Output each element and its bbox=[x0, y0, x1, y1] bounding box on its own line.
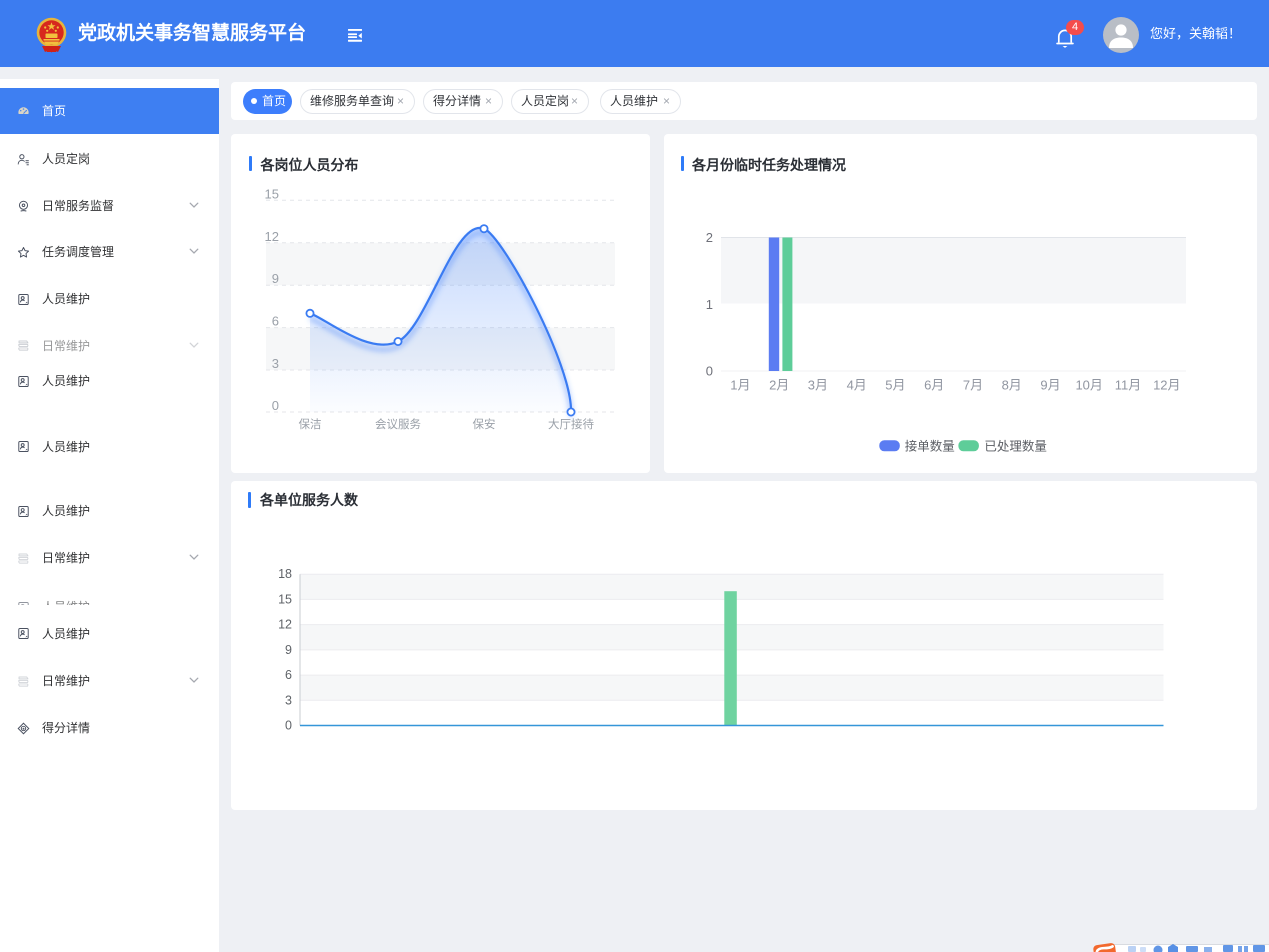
svg-text:8月: 8月 bbox=[1002, 378, 1022, 393]
svg-text:9月: 9月 bbox=[1040, 378, 1060, 393]
svg-text:6: 6 bbox=[285, 668, 292, 682]
svg-text:接单数量: 接单数量 bbox=[905, 439, 955, 454]
svg-text:保洁: 保洁 bbox=[299, 417, 322, 431]
svg-text:15: 15 bbox=[265, 186, 279, 201]
svg-text:10月: 10月 bbox=[1075, 378, 1102, 393]
svg-text:6月: 6月 bbox=[924, 378, 944, 393]
svg-text:0: 0 bbox=[272, 398, 279, 413]
svg-text:1月: 1月 bbox=[730, 378, 750, 393]
svg-text:3: 3 bbox=[285, 693, 292, 707]
svg-text:保安: 保安 bbox=[473, 417, 496, 431]
svg-text:2月: 2月 bbox=[769, 378, 789, 393]
svg-text:4月: 4月 bbox=[847, 378, 867, 393]
svg-text:9: 9 bbox=[272, 271, 279, 286]
svg-text:0: 0 bbox=[706, 364, 713, 379]
svg-text:3月: 3月 bbox=[808, 378, 828, 393]
svg-text:3: 3 bbox=[272, 356, 279, 371]
svg-text:18: 18 bbox=[278, 567, 292, 581]
svg-text:2: 2 bbox=[706, 230, 713, 245]
svg-text:0: 0 bbox=[285, 719, 292, 733]
svg-text:6: 6 bbox=[272, 314, 279, 329]
svg-text:9: 9 bbox=[285, 643, 292, 657]
svg-text:12: 12 bbox=[265, 229, 279, 244]
svg-text:1: 1 bbox=[706, 297, 713, 312]
svg-text:12月: 12月 bbox=[1153, 378, 1180, 393]
svg-text:大厅接待: 大厅接待 bbox=[548, 417, 594, 431]
svg-text:会议服务: 会议服务 bbox=[375, 417, 421, 431]
svg-text:11月: 11月 bbox=[1115, 378, 1142, 393]
svg-text:15: 15 bbox=[278, 592, 292, 606]
svg-text:5月: 5月 bbox=[885, 378, 905, 393]
svg-text:7月: 7月 bbox=[963, 378, 983, 393]
svg-text:已处理数量: 已处理数量 bbox=[984, 439, 1047, 454]
svg-text:12: 12 bbox=[278, 618, 292, 632]
